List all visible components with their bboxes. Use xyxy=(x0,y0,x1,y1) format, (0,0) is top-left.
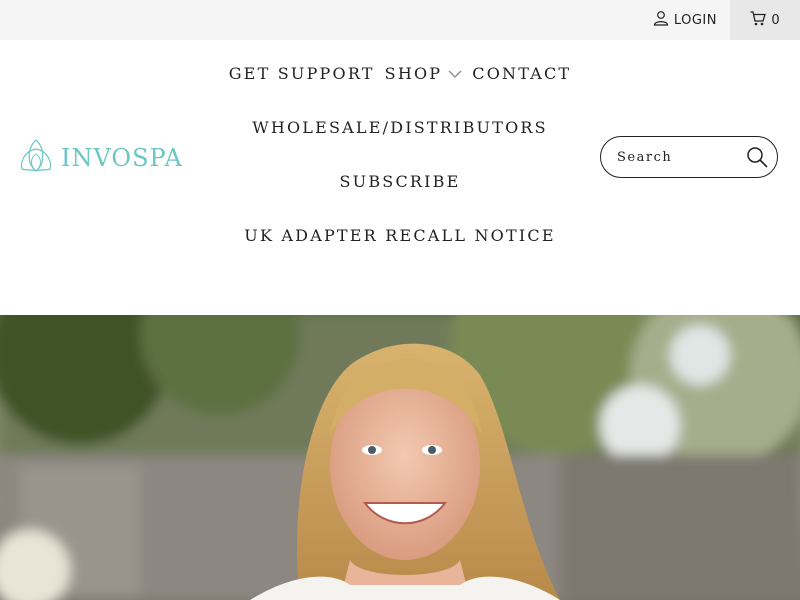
top-utility-bar: LOGIN 0 xyxy=(0,0,800,40)
nav-get-support[interactable]: GET SUPPORT xyxy=(229,64,375,83)
chevron-down-icon xyxy=(448,64,462,83)
nav-row-3: SUBSCRIBE xyxy=(200,172,600,191)
nav-shop[interactable]: SHOP xyxy=(385,64,463,83)
search-icon[interactable] xyxy=(746,146,768,168)
logo-text: INVOSPA xyxy=(61,144,183,172)
nav-subscribe[interactable]: SUBSCRIBE xyxy=(339,172,460,191)
search-form xyxy=(600,136,778,178)
nav-wholesale-distributors[interactable]: WHOLESALE/DISTRIBUTORS xyxy=(252,118,548,137)
nav-row-4: UK ADAPTER RECALL NOTICE xyxy=(200,226,600,245)
nav-contact[interactable]: CONTACT xyxy=(472,64,571,83)
cart-icon xyxy=(750,10,767,30)
cart-count: 0 xyxy=(771,12,780,28)
hero-photo xyxy=(0,315,800,600)
search-input[interactable] xyxy=(615,148,739,166)
hero-image xyxy=(0,315,800,600)
nav-row-1: GET SUPPORT SHOP CONTACT xyxy=(200,64,600,83)
site-logo[interactable]: INVOSPA xyxy=(19,137,183,179)
user-icon xyxy=(653,10,669,30)
nav-row-2: WHOLESALE/DISTRIBUTORS xyxy=(200,118,600,137)
cart-button[interactable]: 0 xyxy=(730,0,800,40)
login-link[interactable]: LOGIN xyxy=(653,0,717,40)
lotus-logo-icon xyxy=(19,137,53,179)
nav-shop-label: SHOP xyxy=(384,64,443,83)
login-label: LOGIN xyxy=(673,12,717,28)
site-header: INVOSPA GET SUPPORT SHOP CONTACT WHOLESA… xyxy=(0,40,800,315)
nav-uk-adapter-recall-notice[interactable]: UK ADAPTER RECALL NOTICE xyxy=(244,226,555,245)
